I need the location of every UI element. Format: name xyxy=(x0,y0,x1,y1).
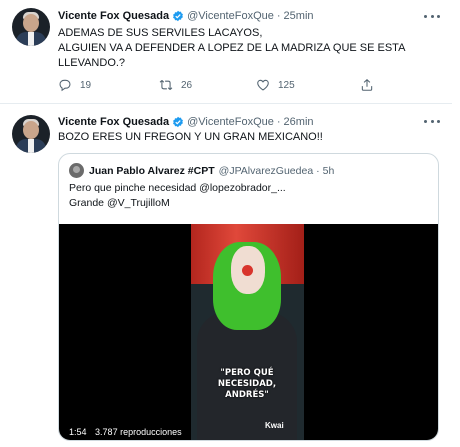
timestamp[interactable]: 25min xyxy=(284,10,314,22)
kwai-watermark: Kwai xyxy=(265,421,284,430)
quoted-author-handle: @JPAlvarezGuedea xyxy=(218,164,314,177)
quoted-author-avatar xyxy=(69,163,84,178)
tweet[interactable]: Vicente Fox Quesada @VicenteFoxQue · 25m… xyxy=(0,0,452,104)
more-options-icon[interactable] xyxy=(424,10,440,22)
reply-button[interactable]: 19 xyxy=(58,78,91,92)
like-count: 125 xyxy=(278,79,295,91)
quoted-tweet[interactable]: Juan Pablo Alvarez #CPT @JPAlvarezGuedea… xyxy=(58,153,439,441)
retweet-button[interactable]: 26 xyxy=(159,78,192,92)
tweet-header: Vicente Fox Quesada @VicenteFoxQue · 25m… xyxy=(58,10,314,22)
reply-count: 19 xyxy=(80,79,92,91)
author-avatar[interactable] xyxy=(12,8,50,46)
retweet-count: 26 xyxy=(181,79,193,91)
retweet-icon xyxy=(159,79,173,91)
like-button[interactable]: 125 xyxy=(256,78,295,92)
tweet-text-line: ALGUIEN VA A DEFENDER A LOPEZ DE LA MADR… xyxy=(58,42,406,54)
verified-badge-icon xyxy=(173,10,184,22)
author-avatar[interactable] xyxy=(12,115,50,153)
quoted-timestamp: 5h xyxy=(322,164,335,177)
tweet-text-line: ADEMAS DE SUS SERVILES LACAYOS, xyxy=(58,27,263,39)
video-views: 3.787 reproducciones xyxy=(95,427,182,437)
author-handle[interactable]: @VicenteFoxQue xyxy=(187,10,274,22)
verified-badge-icon xyxy=(173,116,184,128)
quoted-text-line: Pero que pinche necesidad @lopezobrador_… xyxy=(69,182,286,194)
video-caption: "PERO QUÉ NECESIDAD, ANDRÉS" xyxy=(217,368,277,400)
share-button[interactable] xyxy=(360,78,382,92)
like-icon xyxy=(257,79,269,91)
author-name[interactable]: Vicente Fox Quesada xyxy=(58,116,169,128)
separator-dot: · xyxy=(276,10,281,22)
tweet-text: ADEMAS DE SUS SERVILES LACAYOS, ALGUIEN … xyxy=(58,26,432,71)
quoted-tweet-text: Pero que pinche necesidad @lopezobrador_… xyxy=(69,181,286,211)
tweet-text-line: BOZO ERES UN FREGON Y UN GRAN MEXICANO!! xyxy=(58,131,323,143)
tweet-text: BOZO ERES UN FREGON Y UN GRAN MEXICANO!! xyxy=(58,130,432,145)
tweet-header: Vicente Fox Quesada @VicenteFoxQue · 26m… xyxy=(58,116,314,128)
video-meta: 1:54 3.787 reproducciones xyxy=(69,427,182,437)
tweet-text-line: LLEVANDO.? xyxy=(58,57,126,69)
quoted-tweet-header: Juan Pablo Alvarez #CPT @JPAlvarezGuedea… xyxy=(69,163,334,178)
tweet-actions: 19 26 125 xyxy=(58,78,438,94)
timestamp[interactable]: 26min xyxy=(284,116,314,128)
author-name[interactable]: Vicente Fox Quesada xyxy=(58,10,169,22)
video-player[interactable]: "PERO QUÉ NECESIDAD, ANDRÉS" Kwai 1:54 3… xyxy=(59,224,438,440)
quoted-author-name: Juan Pablo Alvarez #CPT xyxy=(89,164,215,177)
share-icon xyxy=(361,79,373,91)
tweet[interactable]: Vicente Fox Quesada @VicenteFoxQue · 26m… xyxy=(0,105,452,447)
author-handle[interactable]: @VicenteFoxQue xyxy=(187,116,274,128)
quoted-text-line: Grande @V_TrujilloM xyxy=(69,197,170,209)
more-options-icon[interactable] xyxy=(424,115,440,127)
reply-icon xyxy=(59,79,71,92)
separator-dot: · xyxy=(276,116,281,128)
video-duration: 1:54 xyxy=(69,427,87,437)
separator-dot: · xyxy=(316,164,320,177)
video-frame: "PERO QUÉ NECESIDAD, ANDRÉS" Kwai xyxy=(191,224,304,440)
